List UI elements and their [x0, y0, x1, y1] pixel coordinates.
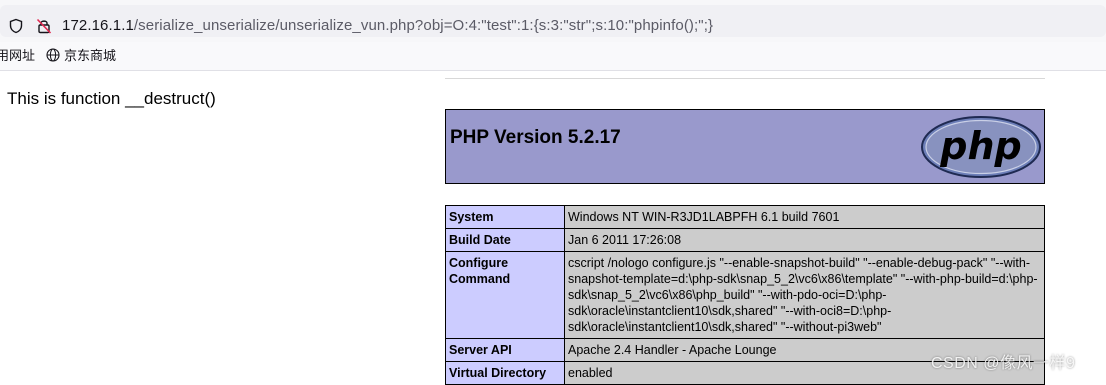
table-key: Virtual Directory — [445, 361, 565, 385]
insecure-lock-icon[interactable] — [36, 18, 52, 34]
php-logo: php — [921, 116, 1041, 178]
url-path: /serialize_unserialize/unserialize_vun.p… — [133, 17, 714, 34]
bookmark-label: 京东商城 — [64, 48, 117, 63]
bookmark-item-jd[interactable]: 京东商城 — [46, 47, 116, 65]
shield-icon[interactable] — [8, 18, 24, 34]
php-version-header: PHP Version 5.2.17 php — [445, 109, 1045, 184]
table-row: Build Date Jan 6 2011 17:26:08 — [445, 228, 1045, 252]
table-key: Configure Command — [445, 251, 565, 339]
table-key: Server API — [445, 338, 565, 362]
bookmarks-bar: 用网址 京东商城 — [0, 42, 1106, 71]
table-value: Windows NT WIN-R3JD1LABPFH 6.1 build 760… — [564, 205, 1045, 229]
table-key: System — [445, 205, 565, 229]
destruct-message: This is function __destruct() — [7, 89, 216, 108]
divider — [445, 78, 1045, 79]
table-key: Build Date — [445, 228, 565, 252]
table-row: System Windows NT WIN-R3JD1LABPFH 6.1 bu… — [445, 205, 1045, 229]
address-bar-area: 172.16.1.1/serialize_unserialize/unseria… — [0, 0, 1106, 42]
page-title: PHP Version 5.2.17 — [450, 127, 621, 148]
url-host: 172.16.1.1 — [62, 17, 134, 34]
csdn-watermark: CSDN @像风一样9 — [931, 355, 1076, 372]
table-row: Configure Command cscript /nologo config… — [445, 251, 1045, 339]
bookmark-item[interactable]: 用网址 — [0, 47, 35, 65]
globe-icon — [46, 48, 60, 62]
table-value: Jan 6 2011 17:26:08 — [564, 228, 1045, 252]
url-text[interactable]: 172.16.1.1/serialize_unserialize/unseria… — [62, 17, 713, 35]
php-logo-text: php — [939, 124, 1021, 168]
bookmark-label: 用网址 — [0, 48, 36, 63]
url-field[interactable]: 172.16.1.1/serialize_unserialize/unseria… — [0, 5, 1106, 37]
table-value: cscript /nologo configure.js "--enable-s… — [564, 251, 1045, 339]
